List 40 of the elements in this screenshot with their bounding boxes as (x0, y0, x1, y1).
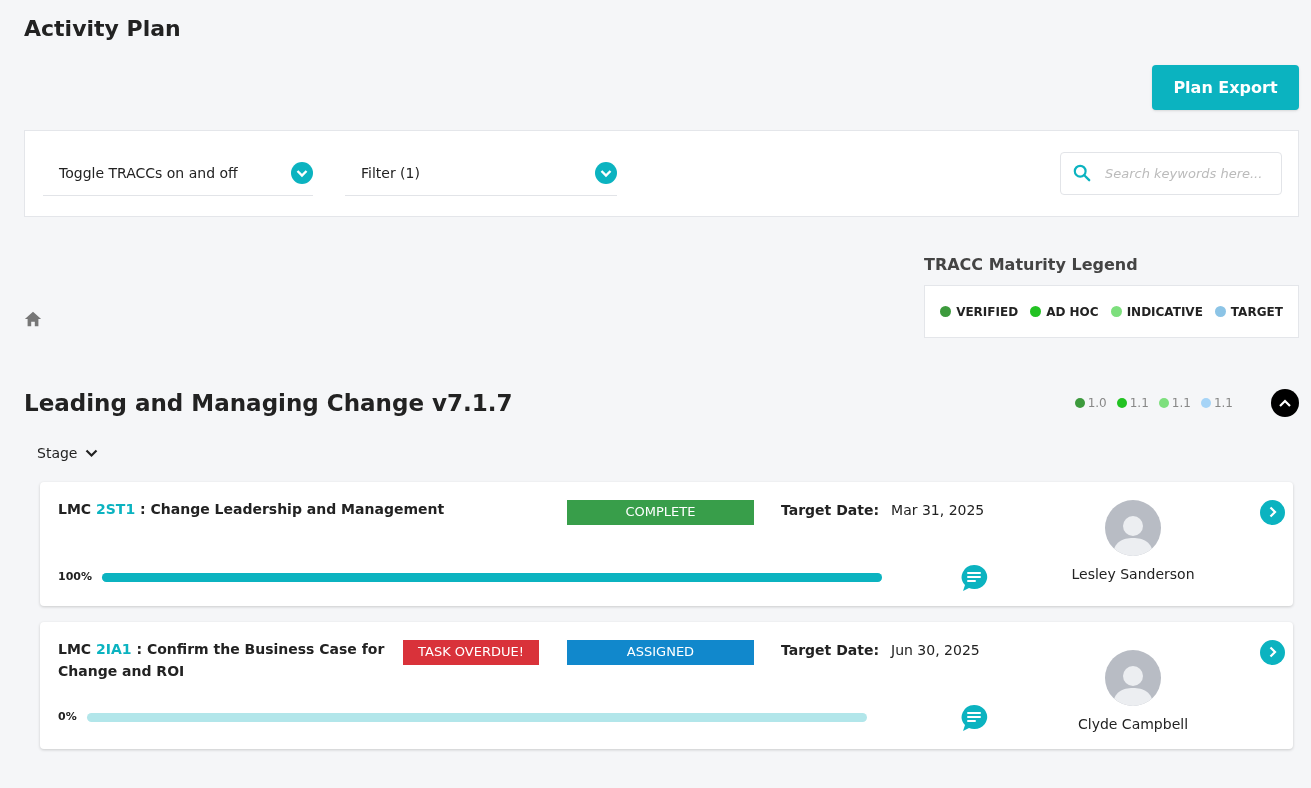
legend-label: INDICATIVE (1126, 303, 1203, 321)
collapse-button[interactable] (1271, 389, 1299, 418)
home-icon[interactable] (24, 310, 42, 328)
legend-title: TRACC Maturity Legend (924, 254, 1139, 276)
progress-label: 100% (58, 569, 92, 586)
open-task-button[interactable] (1260, 639, 1285, 665)
chevron-up-icon (1279, 399, 1291, 408)
maturity-value: 1.0 (1087, 395, 1107, 413)
legend-label: TARGET (1230, 303, 1283, 321)
legend-label: AD HOC (1046, 303, 1099, 321)
chevron-down-icon (291, 162, 313, 184)
chevron-down-icon (595, 162, 617, 184)
task-title: LMC 2ST1 : Change Leadership and Management (58, 499, 446, 519)
task-title: LMC 2IA1 : Confirm the Business Case for Change and ROI (58, 639, 386, 681)
status-badge: COMPLETE (567, 499, 754, 525)
progress-label: 0% (58, 709, 77, 726)
assignee-name: Lesley Sanderson (1071, 564, 1195, 584)
section-title: Leading and Managing Change v7.1.7 (24, 389, 513, 418)
target-date: Jun 30, 2025 (891, 640, 980, 660)
maturity-value: 1.1 (1171, 395, 1191, 413)
filter-dropdown[interactable]: Toggle TRACCs on and off (43, 151, 313, 196)
page-title: Activity Plan (24, 15, 181, 43)
target-date: Mar 31, 2025 (891, 500, 985, 520)
target-date-label: Target Date: (781, 640, 880, 660)
comment-icon[interactable] (960, 563, 988, 592)
target-date-label: Target Date: (781, 500, 880, 520)
chevron-right-icon (1268, 646, 1277, 658)
maturity-value: 1.1 (1213, 395, 1233, 413)
status-badge: ASSIGNED (567, 639, 754, 665)
maturity-value: 1.1 (1129, 395, 1149, 413)
chevron-right-icon (1268, 506, 1277, 518)
comment-icon[interactable] (960, 703, 988, 732)
legend-label: VERIFIED (956, 303, 1019, 321)
search-field[interactable]: Search keywords here... (1060, 152, 1282, 195)
stage-dropdown[interactable]: Stage (37, 442, 99, 464)
overdue-badge: TASK OVERDUE! (403, 639, 539, 665)
chevron-down-icon (85, 448, 99, 458)
open-task-button[interactable] (1260, 499, 1285, 525)
assignee-name: Clyde Campbell (1077, 714, 1189, 734)
filter-dropdown[interactable]: Filter (1) (345, 151, 617, 196)
